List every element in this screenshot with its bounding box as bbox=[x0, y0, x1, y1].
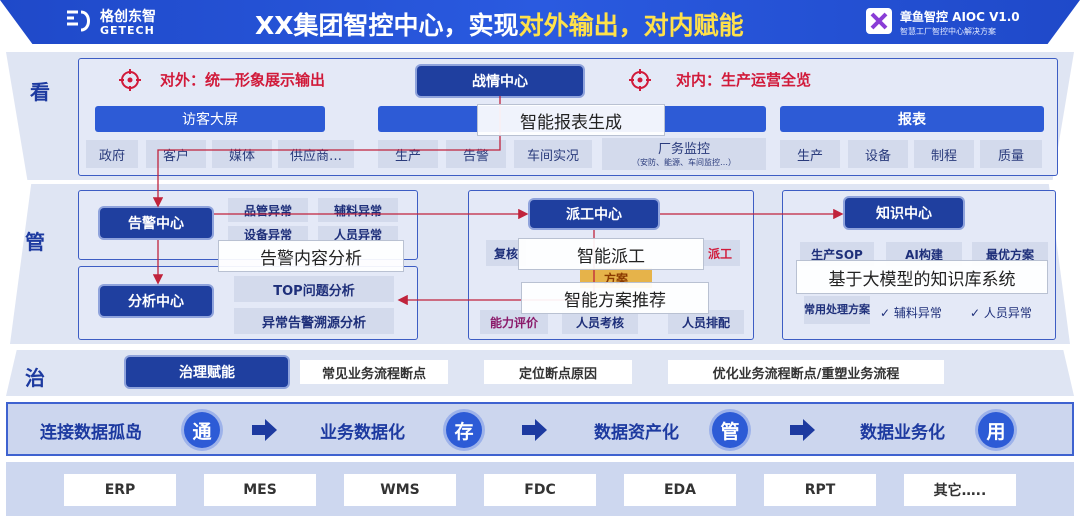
dispatch-center-button[interactable]: 派工中心 bbox=[530, 200, 658, 228]
factory-monitor-title: 厂务监控 bbox=[657, 142, 710, 157]
mid-item: 告警 bbox=[446, 140, 506, 168]
system-item: MES bbox=[204, 474, 316, 506]
visitor-screen-header[interactable]: 访客大屏 bbox=[95, 106, 325, 132]
system-item: EDA bbox=[624, 474, 736, 506]
row-label-manage: 管 bbox=[25, 230, 45, 254]
title-part1: XX集团智控中心，实现 bbox=[255, 11, 519, 40]
flow-step: 业务数据化 bbox=[320, 423, 405, 443]
dispatch-assign: 派工 bbox=[700, 240, 740, 266]
row-label-govern: 治 bbox=[25, 366, 45, 390]
mid-item: 生产 bbox=[378, 140, 438, 168]
title-highlight: 对外输出，对内赋能 bbox=[518, 11, 744, 40]
aioc-logo-icon bbox=[866, 8, 892, 34]
visitor-item: 政府 bbox=[86, 140, 138, 168]
overlay-smart-dispatch: 智能派工 bbox=[518, 238, 704, 270]
product-sub: 智慧工厂智控中心解决方案 bbox=[900, 27, 996, 36]
flow-circle: 管 bbox=[712, 412, 748, 448]
product-name: 章鱼智控 AIOC V1.0 bbox=[900, 10, 1020, 24]
system-item: WMS bbox=[344, 474, 456, 506]
row-label-look: 看 bbox=[30, 80, 50, 104]
target-icon bbox=[118, 68, 142, 92]
arrow-right-icon bbox=[522, 418, 548, 442]
report-header[interactable]: 报表 bbox=[780, 106, 1044, 132]
overlay-alarm-analysis: 告警内容分析 bbox=[218, 240, 404, 272]
external-label: 对外：统一形象展示输出 bbox=[160, 71, 326, 89]
overlay-kb-system: 基于大模型的知识库系统 bbox=[796, 260, 1048, 294]
report-item: 设备 bbox=[848, 140, 908, 168]
war-room-button[interactable]: 战情中心 bbox=[417, 66, 583, 96]
alarm-center-button[interactable]: 告警中心 bbox=[100, 208, 212, 238]
logo-cn: 格创东智 bbox=[100, 9, 156, 25]
analysis-item: TOP问题分析 bbox=[234, 276, 394, 302]
system-item: 其它….. bbox=[904, 474, 1016, 506]
system-item: RPT bbox=[764, 474, 876, 506]
overlay-report-gen: 智能报表生成 bbox=[477, 104, 665, 136]
logo-en: GETECH bbox=[100, 24, 155, 37]
arrow-right-icon bbox=[252, 418, 278, 442]
factory-monitor: 厂务监控 （安防、能源、车间监控…） bbox=[602, 138, 766, 170]
factory-monitor-sub: （安防、能源、车间监控…） bbox=[632, 158, 736, 167]
report-item: 生产 bbox=[780, 140, 840, 168]
visitor-item: 供应商… bbox=[278, 140, 354, 168]
govern-item: 定位断点原因 bbox=[484, 360, 632, 384]
alarm-item: 品管异常 bbox=[228, 198, 308, 222]
knowledge-center-button[interactable]: 知识中心 bbox=[845, 198, 963, 228]
arrow-right-icon bbox=[790, 418, 816, 442]
report-item: 质量 bbox=[980, 140, 1042, 168]
knowledge-check: ✓ 辅料异常 bbox=[880, 306, 942, 320]
knowledge-common-plan: 常用处理方案 bbox=[804, 296, 870, 324]
flow-circle: 存 bbox=[446, 412, 482, 448]
flow-step: 连接数据孤岛 bbox=[40, 423, 142, 443]
analysis-center-button[interactable]: 分析中心 bbox=[100, 286, 212, 316]
report-item: 制程 bbox=[914, 140, 974, 168]
overlay-plan-recommend: 智能方案推荐 bbox=[521, 282, 709, 314]
getech-logo-icon bbox=[64, 6, 94, 36]
internal-label: 对内：生产运营全览 bbox=[676, 71, 812, 89]
knowledge-check: ✓ 人员异常 bbox=[970, 306, 1032, 320]
govern-item: 常见业务流程断点 bbox=[300, 360, 448, 384]
page-title: XX集团智控中心，实现对外输出，对内赋能 bbox=[255, 6, 744, 42]
alarm-item: 辅料异常 bbox=[318, 198, 398, 222]
system-item: FDC bbox=[484, 474, 596, 506]
visitor-item: 媒体 bbox=[212, 140, 272, 168]
govern-item: 优化业务流程断点/重塑业务流程 bbox=[668, 360, 944, 384]
mid-item: 车间实况 bbox=[514, 140, 592, 168]
target-icon bbox=[628, 68, 652, 92]
visitor-item: 客户 bbox=[146, 140, 206, 168]
system-item: ERP bbox=[64, 474, 176, 506]
flow-step: 数据业务化 bbox=[860, 423, 945, 443]
analysis-item: 异常告警溯源分析 bbox=[234, 308, 394, 334]
flow-circle: 通 bbox=[184, 412, 220, 448]
flow-circle: 用 bbox=[978, 412, 1014, 448]
flow-step: 数据资产化 bbox=[594, 423, 679, 443]
govern-empower-button[interactable]: 治理赋能 bbox=[126, 357, 288, 387]
